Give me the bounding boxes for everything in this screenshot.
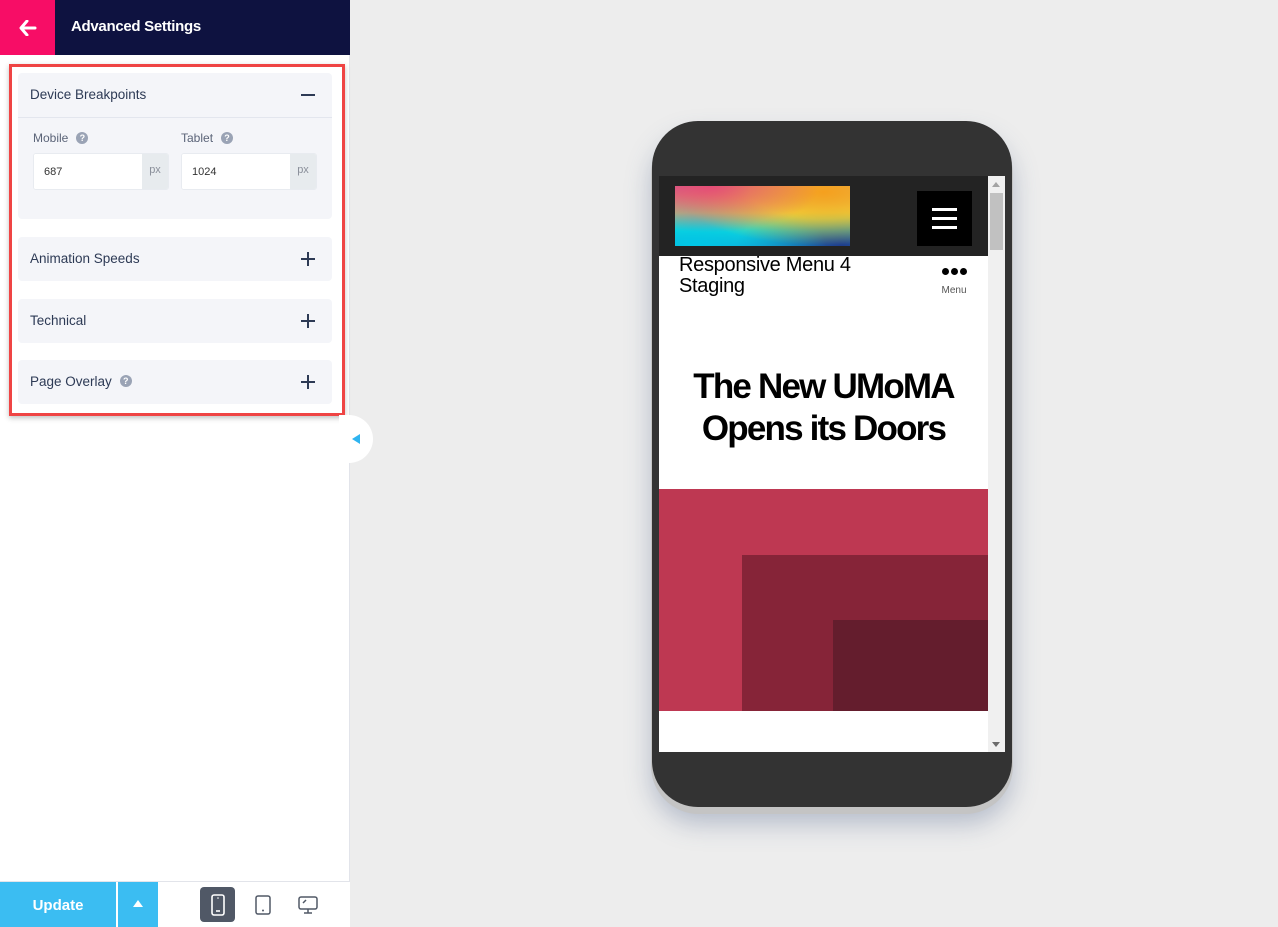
scroll-up-icon[interactable] [992, 182, 1000, 187]
tablet-label: Tablet? [181, 131, 234, 145]
device-mobile-button[interactable] [200, 887, 235, 922]
back-button[interactable] [0, 0, 55, 55]
scrollbar-thumb[interactable] [990, 193, 1003, 250]
device-tablet-button[interactable] [245, 887, 280, 922]
hamburger-icon [932, 208, 957, 211]
unit-suffix: px [142, 154, 168, 189]
arrow-left-icon [19, 19, 36, 36]
panel-header-page-overlay[interactable]: Page Overlay? [18, 360, 332, 404]
mobile-label: Mobile? [33, 131, 89, 145]
site-header [659, 176, 988, 256]
panel-header-device-breakpoints[interactable]: Device Breakpoints [18, 73, 332, 117]
preview-screen: Responsive Menu 4 Staging Menu The New U… [659, 176, 1005, 752]
hero-shape [833, 620, 988, 711]
hamburger-icon [932, 226, 957, 229]
caret-left-icon [352, 434, 360, 444]
more-menu-button[interactable]: Menu [937, 268, 971, 308]
update-button[interactable]: Update [0, 882, 116, 927]
scroll-down-icon[interactable] [992, 742, 1000, 747]
hamburger-menu-button[interactable] [917, 191, 972, 246]
page-title: Advanced Settings [71, 18, 201, 35]
help-icon[interactable]: ? [76, 131, 89, 144]
sidebar-footer: Update [0, 881, 350, 927]
more-dots-icon [937, 268, 971, 275]
divider [18, 117, 332, 118]
menu-label: Menu [941, 285, 967, 296]
panel-header-technical[interactable]: Technical [18, 299, 332, 343]
plus-icon[interactable] [298, 249, 318, 269]
hero-image [659, 489, 988, 711]
panel-title: Technical [30, 313, 87, 328]
tablet-breakpoint-input[interactable] [182, 154, 290, 189]
caret-up-icon [133, 900, 143, 907]
unit-suffix: px [290, 154, 316, 189]
post-headline: The New UMoMA Opens its Doors [693, 367, 955, 448]
plus-icon[interactable] [298, 372, 318, 392]
update-options-button[interactable] [118, 882, 158, 927]
mobile-breakpoint-input[interactable] [34, 154, 142, 189]
collapse-sidebar-button[interactable] [339, 415, 373, 463]
panel-title: Device Breakpoints [30, 87, 147, 102]
plus-icon[interactable] [298, 311, 318, 331]
panel-page-overlay: Page Overlay? [18, 360, 332, 404]
desktop-icon [297, 895, 318, 914]
site-logo[interactable] [675, 186, 850, 246]
preview-scrollbar[interactable] [988, 176, 1005, 752]
site-title[interactable]: Responsive Menu 4 Staging [679, 255, 899, 297]
sidebar-topbar: Advanced Settings [0, 0, 350, 55]
tablet-breakpoint-field: px [181, 153, 317, 190]
hamburger-icon [932, 217, 957, 220]
help-icon[interactable]: ? [221, 131, 234, 144]
mobile-breakpoint-field: px [33, 153, 169, 190]
tablet-icon [254, 894, 271, 915]
panel-title: Animation Speeds [30, 251, 140, 266]
settings-sidebar: Advanced Settings Device Breakpoints Mob… [0, 0, 350, 927]
help-icon[interactable]: ? [119, 375, 132, 388]
panel-animation-speeds: Animation Speeds [18, 237, 332, 281]
panel-technical: Technical [18, 299, 332, 343]
panel-title: Page Overlay? [30, 374, 132, 389]
panel-header-animation-speeds[interactable]: Animation Speeds [18, 237, 332, 281]
panel-device-breakpoints: Device Breakpoints Mobile? px Tablet? px [18, 73, 332, 219]
mobile-icon [210, 893, 225, 916]
device-desktop-button[interactable] [290, 887, 325, 922]
minus-icon[interactable] [298, 85, 318, 105]
